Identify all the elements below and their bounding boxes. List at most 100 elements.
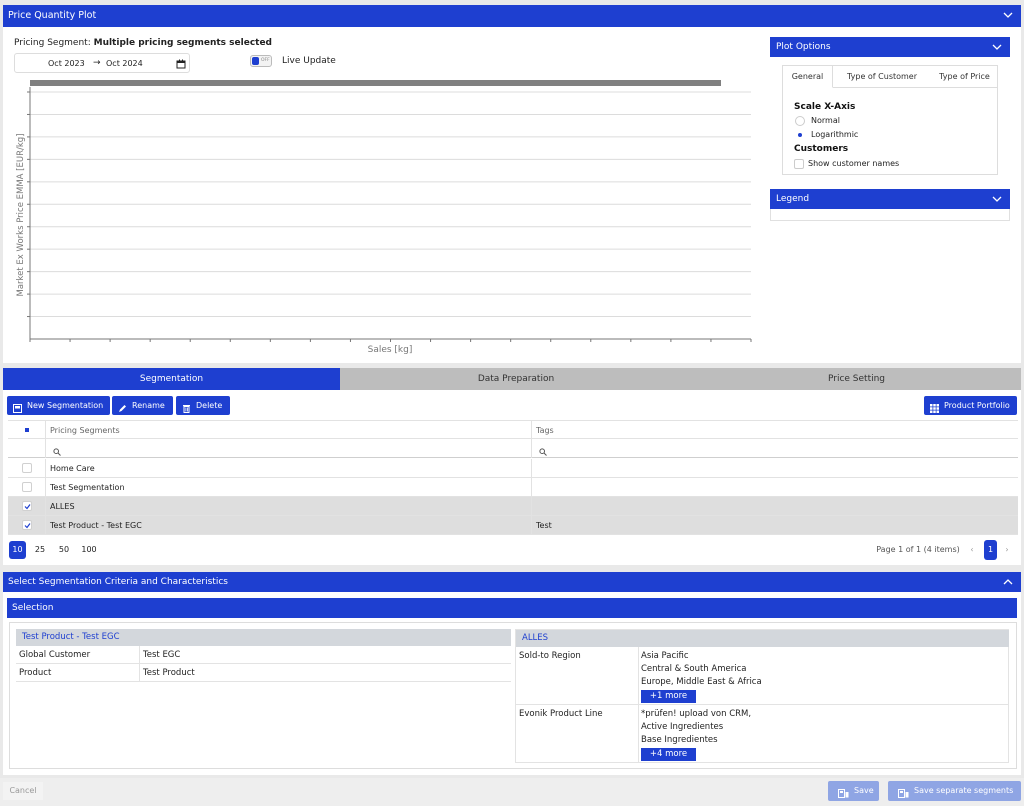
panel-title: Price Quantity Plot — [8, 10, 97, 21]
trash-icon — [182, 401, 191, 420]
page-size-50[interactable]: 50 — [54, 541, 74, 559]
chart-gridlines — [30, 91, 751, 318]
date-range-picker[interactable]: Oct 2023 → Oct 2024 — [14, 53, 190, 73]
criteria-key: Global Customer — [19, 650, 91, 660]
chart-top-bar — [30, 80, 721, 86]
selection-header: Selection — [7, 598, 1017, 618]
tab-segmentation[interactable]: Segmentation — [3, 368, 340, 390]
table-row[interactable]: Test Segmentation — [8, 478, 1018, 497]
show-customer-names-checkbox[interactable] — [794, 159, 804, 169]
tab-type-of-customer[interactable]: Type of Customer — [833, 66, 931, 88]
table-row[interactable]: Home Care — [8, 459, 1018, 478]
criteria-header[interactable]: Select Segmentation Criteria and Charact… — [3, 572, 1021, 592]
legend-header[interactable]: Legend — [770, 189, 1010, 209]
save-button[interactable]: Save — [828, 781, 879, 801]
chevron-down-icon[interactable] — [990, 189, 1004, 209]
table-row[interactable]: ALLES — [8, 497, 1018, 516]
date-from[interactable]: Oct 2023 — [48, 59, 85, 68]
column-header-tags[interactable]: Tags — [536, 421, 554, 440]
scale-x-axis-heading: Scale X-Axis — [794, 102, 856, 112]
tab-data-preparation[interactable]: Data Preparation — [340, 368, 692, 390]
page-size-25[interactable]: 25 — [30, 541, 50, 559]
y-axis-label: Market Ex Works Price EMMA [EUR/kg] — [16, 134, 26, 297]
price-quantity-header[interactable]: Price Quantity Plot — [3, 5, 1021, 27]
arrow-right-icon: → — [93, 58, 101, 68]
show-more-button[interactable]: +1 more — [641, 690, 696, 703]
criteria-value: Test EGC — [143, 650, 181, 660]
chevron-down-icon[interactable] — [1001, 5, 1015, 27]
pricing-segment-label: Pricing Segment: Multiple pricing segmen… — [14, 38, 272, 48]
show-more-button[interactable]: +4 more — [641, 748, 696, 761]
page-size-100[interactable]: 100 — [78, 541, 100, 559]
criteria-row: Global Customer Test EGC — [16, 646, 511, 664]
radio-logarithmic[interactable] — [795, 130, 805, 140]
tab-type-of-price[interactable]: Type of Price — [931, 66, 998, 88]
table-row[interactable]: Test Product - Test EGC Test — [8, 516, 1018, 535]
radio-normal-label: Normal — [811, 116, 840, 125]
page-number-button[interactable]: 1 — [984, 540, 997, 560]
criteria-title: Select Segmentation Criteria and Charact… — [8, 577, 228, 587]
column-divider — [638, 705, 639, 763]
column-header-pricing-segments[interactable]: Pricing Segments — [50, 421, 120, 440]
criteria-panel: Selection Test Product - Test EGC Global… — [3, 592, 1021, 775]
select-all-checkbox[interactable] — [22, 421, 34, 440]
tab-general[interactable]: General — [783, 66, 833, 88]
segment-name: Home Care — [50, 464, 95, 473]
row-checkbox[interactable] — [22, 463, 32, 473]
filter-input-pricing-segments[interactable] — [50, 439, 530, 458]
segment-name: ALLES — [50, 502, 75, 511]
criteria-row: Sold-to Region Asia Pacific Central & So… — [516, 647, 1009, 705]
filter-input-tags[interactable] — [536, 439, 1016, 458]
save-icon — [838, 786, 849, 806]
chevron-up-icon[interactable] — [1001, 572, 1015, 592]
page-size-10[interactable]: 10 — [9, 541, 26, 559]
radio-normal[interactable] — [795, 116, 805, 126]
criteria-row: Evonik Product Line *prüfen! upload von … — [516, 705, 1009, 763]
segment-name: Test Product - Test EGC — [50, 521, 142, 530]
chevron-right-icon[interactable]: › — [1001, 541, 1013, 559]
selection-card: ALLES Sold-to Region Asia Pacific Centra… — [515, 629, 1009, 763]
live-update-label: Live Update — [282, 56, 336, 66]
cancel-button[interactable]: Cancel — [3, 782, 43, 800]
delete-button[interactable]: Delete — [176, 396, 230, 415]
selection-card: Test Product - Test EGC Global Customer … — [16, 629, 511, 685]
plot-options-header[interactable]: Plot Options — [770, 37, 1010, 57]
chevron-left-icon[interactable]: ‹ — [966, 541, 978, 559]
column-divider — [638, 647, 639, 705]
row-checkbox[interactable] — [22, 520, 32, 530]
check-icon — [24, 504, 31, 510]
main-tabs: Segmentation Data Preparation Price Sett… — [3, 368, 1021, 390]
new-segmentation-button[interactable]: New Segmentation — [7, 396, 110, 415]
indeterminate-mark — [25, 428, 29, 432]
criteria-value: Base Ingredientes — [641, 735, 718, 745]
tab-price-setting[interactable]: Price Setting — [692, 368, 1021, 390]
criteria-value: Central & South America — [641, 664, 747, 674]
save-label: Save — [854, 786, 874, 795]
page-info: Page 1 of 1 (4 items) — [876, 545, 960, 554]
date-to[interactable]: Oct 2024 — [106, 59, 143, 68]
grid-icon — [930, 401, 939, 420]
product-portfolio-label: Product Portfolio — [944, 401, 1010, 410]
legend-title: Legend — [776, 194, 810, 204]
calendar-icon[interactable] — [176, 59, 186, 71]
price-quantity-panel: Price Quantity Plot Pricing Segment: Mul… — [3, 5, 1021, 363]
grid-filter-row — [8, 439, 1018, 458]
live-update-toggle[interactable]: OFF — [250, 55, 272, 67]
criteria-key: Evonik Product Line — [519, 709, 603, 719]
plot-options-panel: Plot Options General Type of Customer Ty… — [770, 37, 1010, 221]
save-separate-segments-button[interactable]: Save separate segments — [888, 781, 1021, 801]
card-title: Test Product - Test EGC — [16, 629, 511, 646]
column-divider — [139, 646, 140, 664]
criteria-row: Product Test Product — [16, 664, 511, 682]
check-icon — [24, 523, 31, 529]
segment-prefix: Pricing Segment: — [14, 38, 91, 48]
pencil-icon — [118, 401, 127, 420]
criteria-key: Sold-to Region — [519, 651, 581, 661]
row-checkbox[interactable] — [22, 482, 32, 492]
row-checkbox[interactable] — [22, 501, 32, 511]
new-segmentation-label: New Segmentation — [27, 401, 104, 410]
chevron-down-icon[interactable] — [990, 37, 1004, 57]
product-portfolio-button[interactable]: Product Portfolio — [924, 396, 1017, 415]
save-separate-label: Save separate segments — [914, 786, 1014, 795]
rename-button[interactable]: Rename — [112, 396, 173, 415]
